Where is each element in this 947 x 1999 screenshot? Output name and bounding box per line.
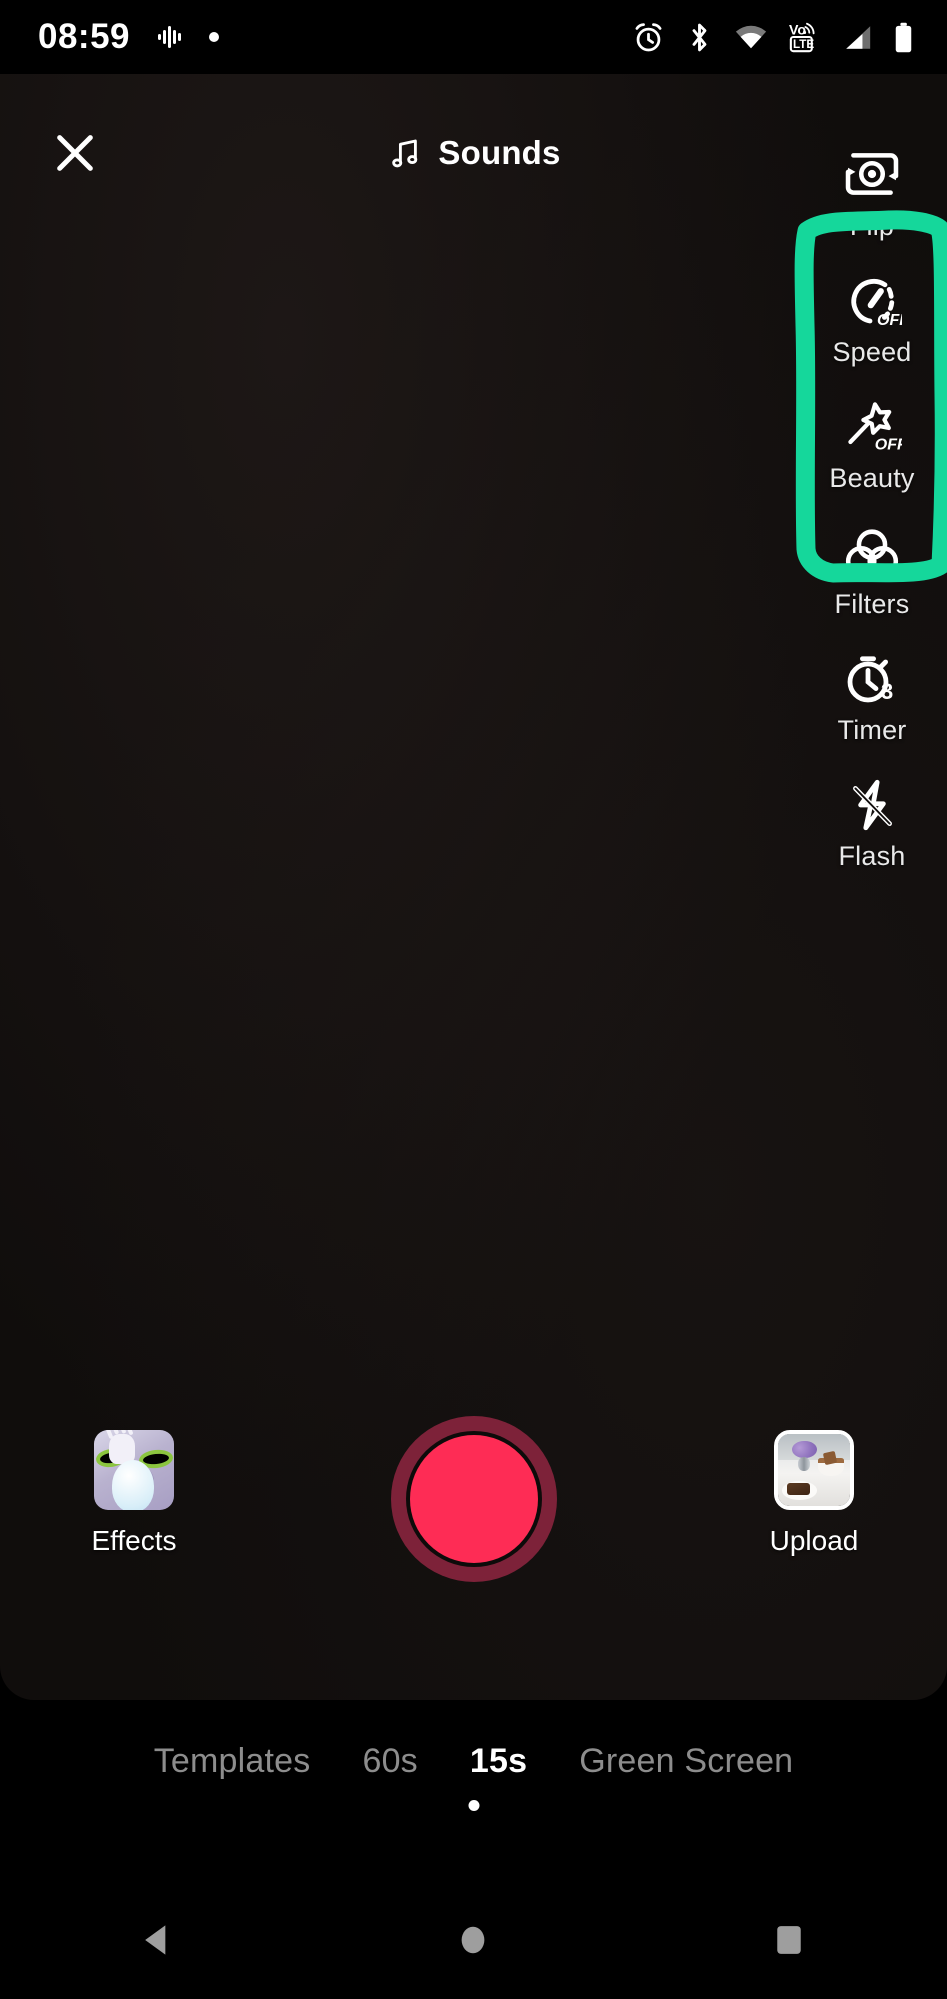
alarm-icon: [635, 22, 662, 51]
svg-text:LTE: LTE: [793, 38, 814, 51]
back-triangle-icon: [144, 1924, 166, 1955]
mode-tab-green-screen[interactable]: Green Screen: [553, 1742, 819, 1781]
svg-text:3: 3: [881, 679, 893, 704]
nav-back-button[interactable]: [98, 1918, 218, 1962]
status-bar: 08:59 Vo LTE: [0, 0, 947, 74]
effects-label: Effects: [91, 1525, 177, 1556]
status-bar-clock: 08:59: [38, 17, 131, 56]
flash-off-icon: [843, 770, 901, 832]
music-note-icon: [391, 139, 417, 168]
mode-tab-60s[interactable]: 60s: [336, 1742, 443, 1781]
close-button[interactable]: [44, 122, 106, 184]
camera-tool-rail: Flip OFF Speed OF: [797, 140, 947, 896]
tool-filters[interactable]: Filters: [797, 518, 947, 620]
tool-label: Speed: [832, 337, 912, 367]
effects-thumbnail: [94, 1430, 174, 1510]
tool-label: Flash: [838, 841, 906, 871]
beauty-wand-icon: OFF: [842, 392, 902, 454]
speed-gauge-icon: OFF: [842, 266, 902, 328]
status-bar-notifications: [156, 22, 220, 52]
tool-timer[interactable]: 3 Timer: [797, 644, 947, 746]
nav-home-button[interactable]: [413, 1918, 533, 1962]
effects-button[interactable]: Effects: [74, 1430, 194, 1557]
timer-stopwatch-icon: 3: [842, 644, 902, 706]
sounds-button[interactable]: Sounds: [370, 122, 576, 184]
google-assistant-icon: [158, 26, 182, 48]
tool-beauty[interactable]: OFF Beauty: [797, 392, 947, 494]
sounds-label: Sounds: [438, 134, 561, 171]
mode-tab-15s[interactable]: 15s: [444, 1742, 553, 1781]
battery-icon: [895, 22, 912, 52]
bluetooth-icon: [692, 23, 707, 51]
wifi-icon: [735, 25, 767, 49]
mode-active-indicator: [468, 1800, 479, 1811]
upload-thumbnail: [774, 1430, 854, 1510]
record-button[interactable]: [390, 1416, 557, 1582]
mode-tab-templates[interactable]: Templates: [128, 1742, 337, 1781]
record-button-inner: [409, 1435, 538, 1563]
upload-label: Upload: [769, 1525, 859, 1556]
tiktok-camera-screen: 08:59 Vo LTE Sounds Flip OF Speed OF Bea…: [0, 0, 947, 1999]
tool-flip[interactable]: Flip: [797, 140, 947, 242]
status-bar-system-icons: Vo LTE: [632, 21, 913, 54]
mode-selector: Templates 60s 15s Green Screen: [0, 1742, 947, 1781]
tool-label: Beauty: [829, 463, 915, 493]
volte-icon: Vo LTE: [789, 22, 815, 53]
tool-speed[interactable]: OFF Speed: [797, 266, 947, 368]
capture-controls: Effects Upload: [0, 1416, 947, 1620]
tool-label: Flip: [849, 211, 895, 241]
upload-button[interactable]: Upload: [749, 1430, 879, 1557]
close-icon: [57, 135, 93, 171]
android-navigation-bar: [0, 1880, 947, 1999]
svg-text:Vo: Vo: [789, 22, 806, 38]
camera-flip-icon: [841, 140, 903, 202]
dot-indicator-icon: [209, 32, 220, 42]
signal-icon: [846, 25, 871, 49]
tool-label: Filters: [834, 589, 910, 619]
svg-text:OFF: OFF: [877, 312, 902, 328]
filters-circles-icon: [843, 518, 901, 580]
tool-flash[interactable]: Flash: [797, 770, 947, 872]
tool-label: Timer: [837, 715, 907, 745]
svg-text:OFF: OFF: [875, 437, 902, 454]
home-circle-icon: [462, 1926, 485, 1953]
nav-recents-button[interactable]: [729, 1918, 849, 1962]
recents-square-icon: [777, 1925, 801, 1954]
